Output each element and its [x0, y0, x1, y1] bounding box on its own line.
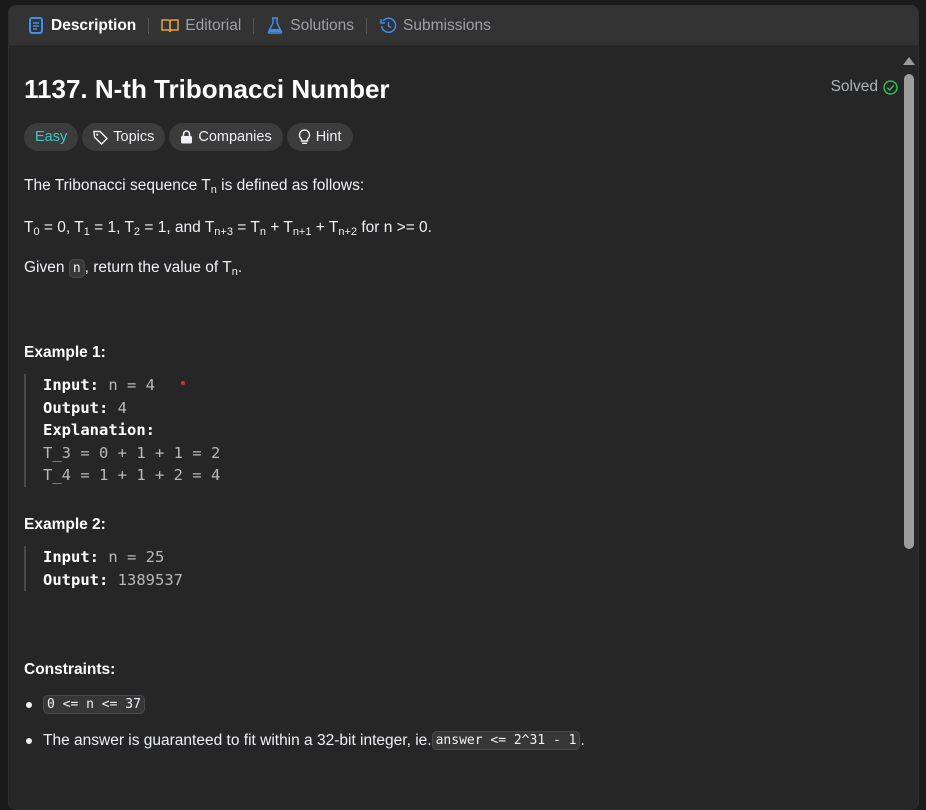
scrollbar-thumb[interactable]: [904, 74, 914, 549]
example-2-heading: Example 2:: [24, 516, 106, 533]
solved-status: Solved: [831, 78, 898, 96]
tab-description[interactable]: Description: [21, 6, 142, 46]
tab-submissions[interactable]: Submissions: [373, 6, 497, 46]
tab-submissions-label: Submissions: [403, 16, 491, 34]
hint-label: Hint: [315, 129, 342, 145]
description-icon: [27, 17, 45, 35]
constraints-list: 0 <= n <= 37 The answer is guaranteed to…: [24, 695, 585, 767]
flask-icon: [266, 17, 284, 35]
desc-text: , return the value of T: [84, 259, 232, 276]
tab-editorial-label: Editorial: [185, 16, 242, 34]
output-value: 1389537: [108, 570, 183, 589]
desc-text: .: [237, 259, 243, 276]
hint-button[interactable]: Hint: [286, 123, 353, 151]
desc-text: T: [283, 219, 293, 236]
tab-divider: [148, 17, 150, 34]
desc-text: for n >= 0.: [357, 219, 432, 236]
tab-editorial[interactable]: Editorial: [155, 6, 247, 46]
description-line-3: Given n, return the value of Tn.: [24, 259, 242, 278]
example-2-block: Input: n = 25 Output: 1389537: [24, 546, 183, 592]
inline-code: answer <= 2^31 - 1: [431, 731, 581, 750]
desc-text: T: [74, 219, 84, 236]
example-1-block: Input: n = 4 Output: 4 Explanation: T_3 …: [24, 374, 220, 487]
scrollbar[interactable]: [900, 47, 918, 809]
tab-divider: [253, 17, 255, 34]
explanation-line: T_4 = 1 + 1 + 2 = 4: [43, 466, 221, 485]
desc-text: +: [311, 219, 329, 236]
tab-bar: Description Editorial Solutions Submissi…: [9, 6, 918, 46]
history-icon: [379, 17, 397, 35]
topics-button[interactable]: Topics: [82, 123, 166, 151]
constraint-text: .: [580, 731, 585, 749]
desc-text: = 0,: [39, 219, 75, 236]
bullet-dot: [26, 701, 32, 708]
explanation-line: T_3 = 0 + 1 + 1 = 2: [43, 443, 221, 462]
scroll-up-arrow-icon[interactable]: [903, 57, 915, 65]
desc-subscript: n+1: [292, 226, 312, 238]
desc-text: The Tribonacci sequence T: [24, 177, 211, 194]
window-gutter: [920, 0, 926, 810]
lock-icon: [180, 130, 193, 144]
desc-subscript: n+3: [214, 226, 233, 238]
input-value: n = 4: [99, 376, 155, 394]
tab-description-label: Description: [51, 16, 137, 34]
difficulty-badge[interactable]: Easy: [24, 123, 79, 151]
explanation-key: Explanation:: [43, 421, 155, 440]
bullet-dot: [26, 737, 32, 744]
constraints-heading: Constraints:: [24, 661, 116, 678]
description-line-2: T0 = 0, T1 = 1, T2 = 1, and Tn+3 = Tn + …: [24, 219, 432, 238]
problem-title: 1137. N-th Tribonacci Number: [24, 74, 390, 104]
companies-button[interactable]: Companies: [169, 123, 283, 151]
input-key: Input:: [43, 376, 99, 394]
topics-label: Topics: [113, 129, 155, 145]
constraint-text: The answer is guaranteed to fit within a…: [43, 731, 432, 749]
solved-label: Solved: [830, 78, 878, 95]
description-content: 1137. N-th Tribonacci Number Solved Easy…: [9, 47, 900, 809]
description-line-1: The Tribonacci sequence Tn is defined as…: [24, 177, 364, 196]
desc-text: is defined as follows:: [216, 177, 365, 194]
check-circle-icon: [883, 79, 898, 95]
problem-panel: Description Editorial Solutions Submissi…: [8, 5, 919, 810]
tab-solutions-label: Solutions: [290, 16, 355, 34]
output-key: Output:: [43, 398, 109, 417]
list-item: 0 <= n <= 37: [24, 695, 585, 714]
output-key: Output:: [43, 570, 109, 589]
inline-code: n: [68, 259, 85, 278]
output-value: 4: [108, 398, 127, 417]
desc-text: T: [124, 219, 134, 236]
input-value: n = 25: [99, 548, 165, 566]
example-1-heading: Example 1:: [24, 344, 106, 361]
lightbulb-icon: [298, 129, 311, 145]
desc-subscript: n+2: [338, 226, 358, 238]
inline-code: 0 <= n <= 37: [43, 695, 145, 714]
desc-text: T: [204, 219, 215, 236]
desc-text: = 1,: [89, 219, 125, 236]
input-key: Input:: [43, 548, 99, 566]
tab-divider: [366, 17, 368, 34]
problem-tags: Easy Topics Companies Hint: [24, 123, 353, 151]
red-marker-dot: [181, 381, 185, 385]
desc-text: T: [250, 219, 260, 236]
desc-text: Given: [24, 259, 69, 276]
desc-text: = 1, and: [140, 219, 205, 236]
companies-label: Companies: [198, 129, 272, 145]
desc-text: T: [328, 219, 339, 236]
list-item: The answer is guaranteed to fit within a…: [24, 731, 585, 750]
desc-text: =: [232, 219, 251, 236]
book-icon: [161, 17, 180, 35]
desc-text: +: [265, 219, 284, 236]
tag-icon: [93, 130, 109, 145]
tab-solutions[interactable]: Solutions: [260, 6, 360, 46]
